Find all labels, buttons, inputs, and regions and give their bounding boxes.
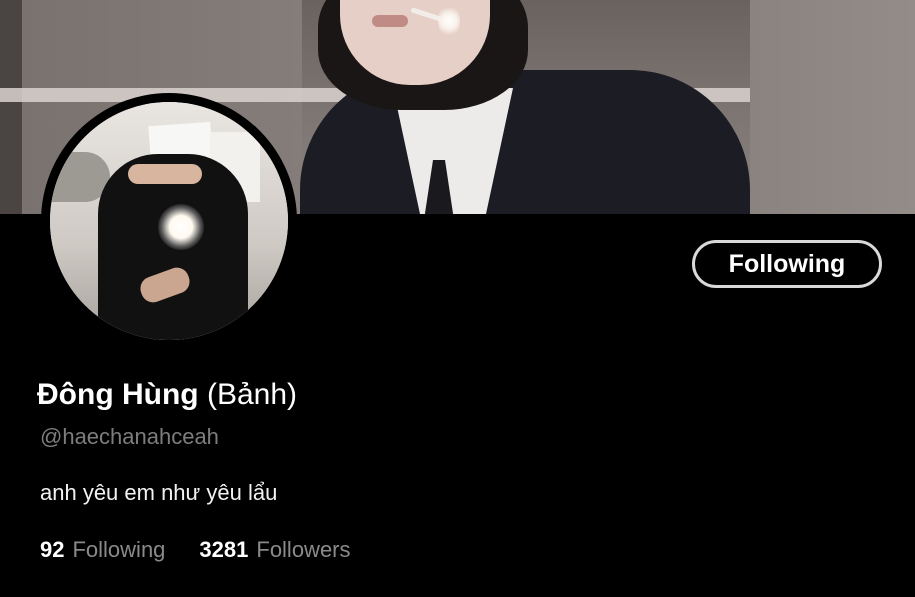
following-button[interactable]: Following xyxy=(692,240,882,288)
profile-bio: anh yêu em như yêu lẩu xyxy=(40,480,278,505)
following-stat-link[interactable]: 92 Following xyxy=(40,535,165,565)
avatar[interactable] xyxy=(41,93,297,349)
following-count: 92 xyxy=(40,537,65,562)
following-label: Following xyxy=(72,537,166,562)
profile-stats: 92 Following 3281 Followers xyxy=(40,535,351,565)
followers-label: Followers xyxy=(256,537,351,562)
banner-pillar xyxy=(0,0,22,214)
followers-count: 3281 xyxy=(199,537,249,562)
username-handle: @haechanahceah xyxy=(40,424,219,449)
nickname: (Bảnh) xyxy=(206,378,298,411)
banner-wall-right xyxy=(750,0,915,214)
banner-mic-glow xyxy=(438,4,460,38)
profile-name: Đông Hùng (Bảnh) xyxy=(37,375,297,415)
display-name: Đông Hùng xyxy=(37,378,199,411)
followers-stat-link[interactable]: 3281 Followers xyxy=(199,535,350,565)
avatar-camera-flash xyxy=(158,204,204,250)
banner-lips xyxy=(372,15,408,27)
avatar-photo xyxy=(50,102,288,340)
avatar-hand xyxy=(128,164,202,184)
